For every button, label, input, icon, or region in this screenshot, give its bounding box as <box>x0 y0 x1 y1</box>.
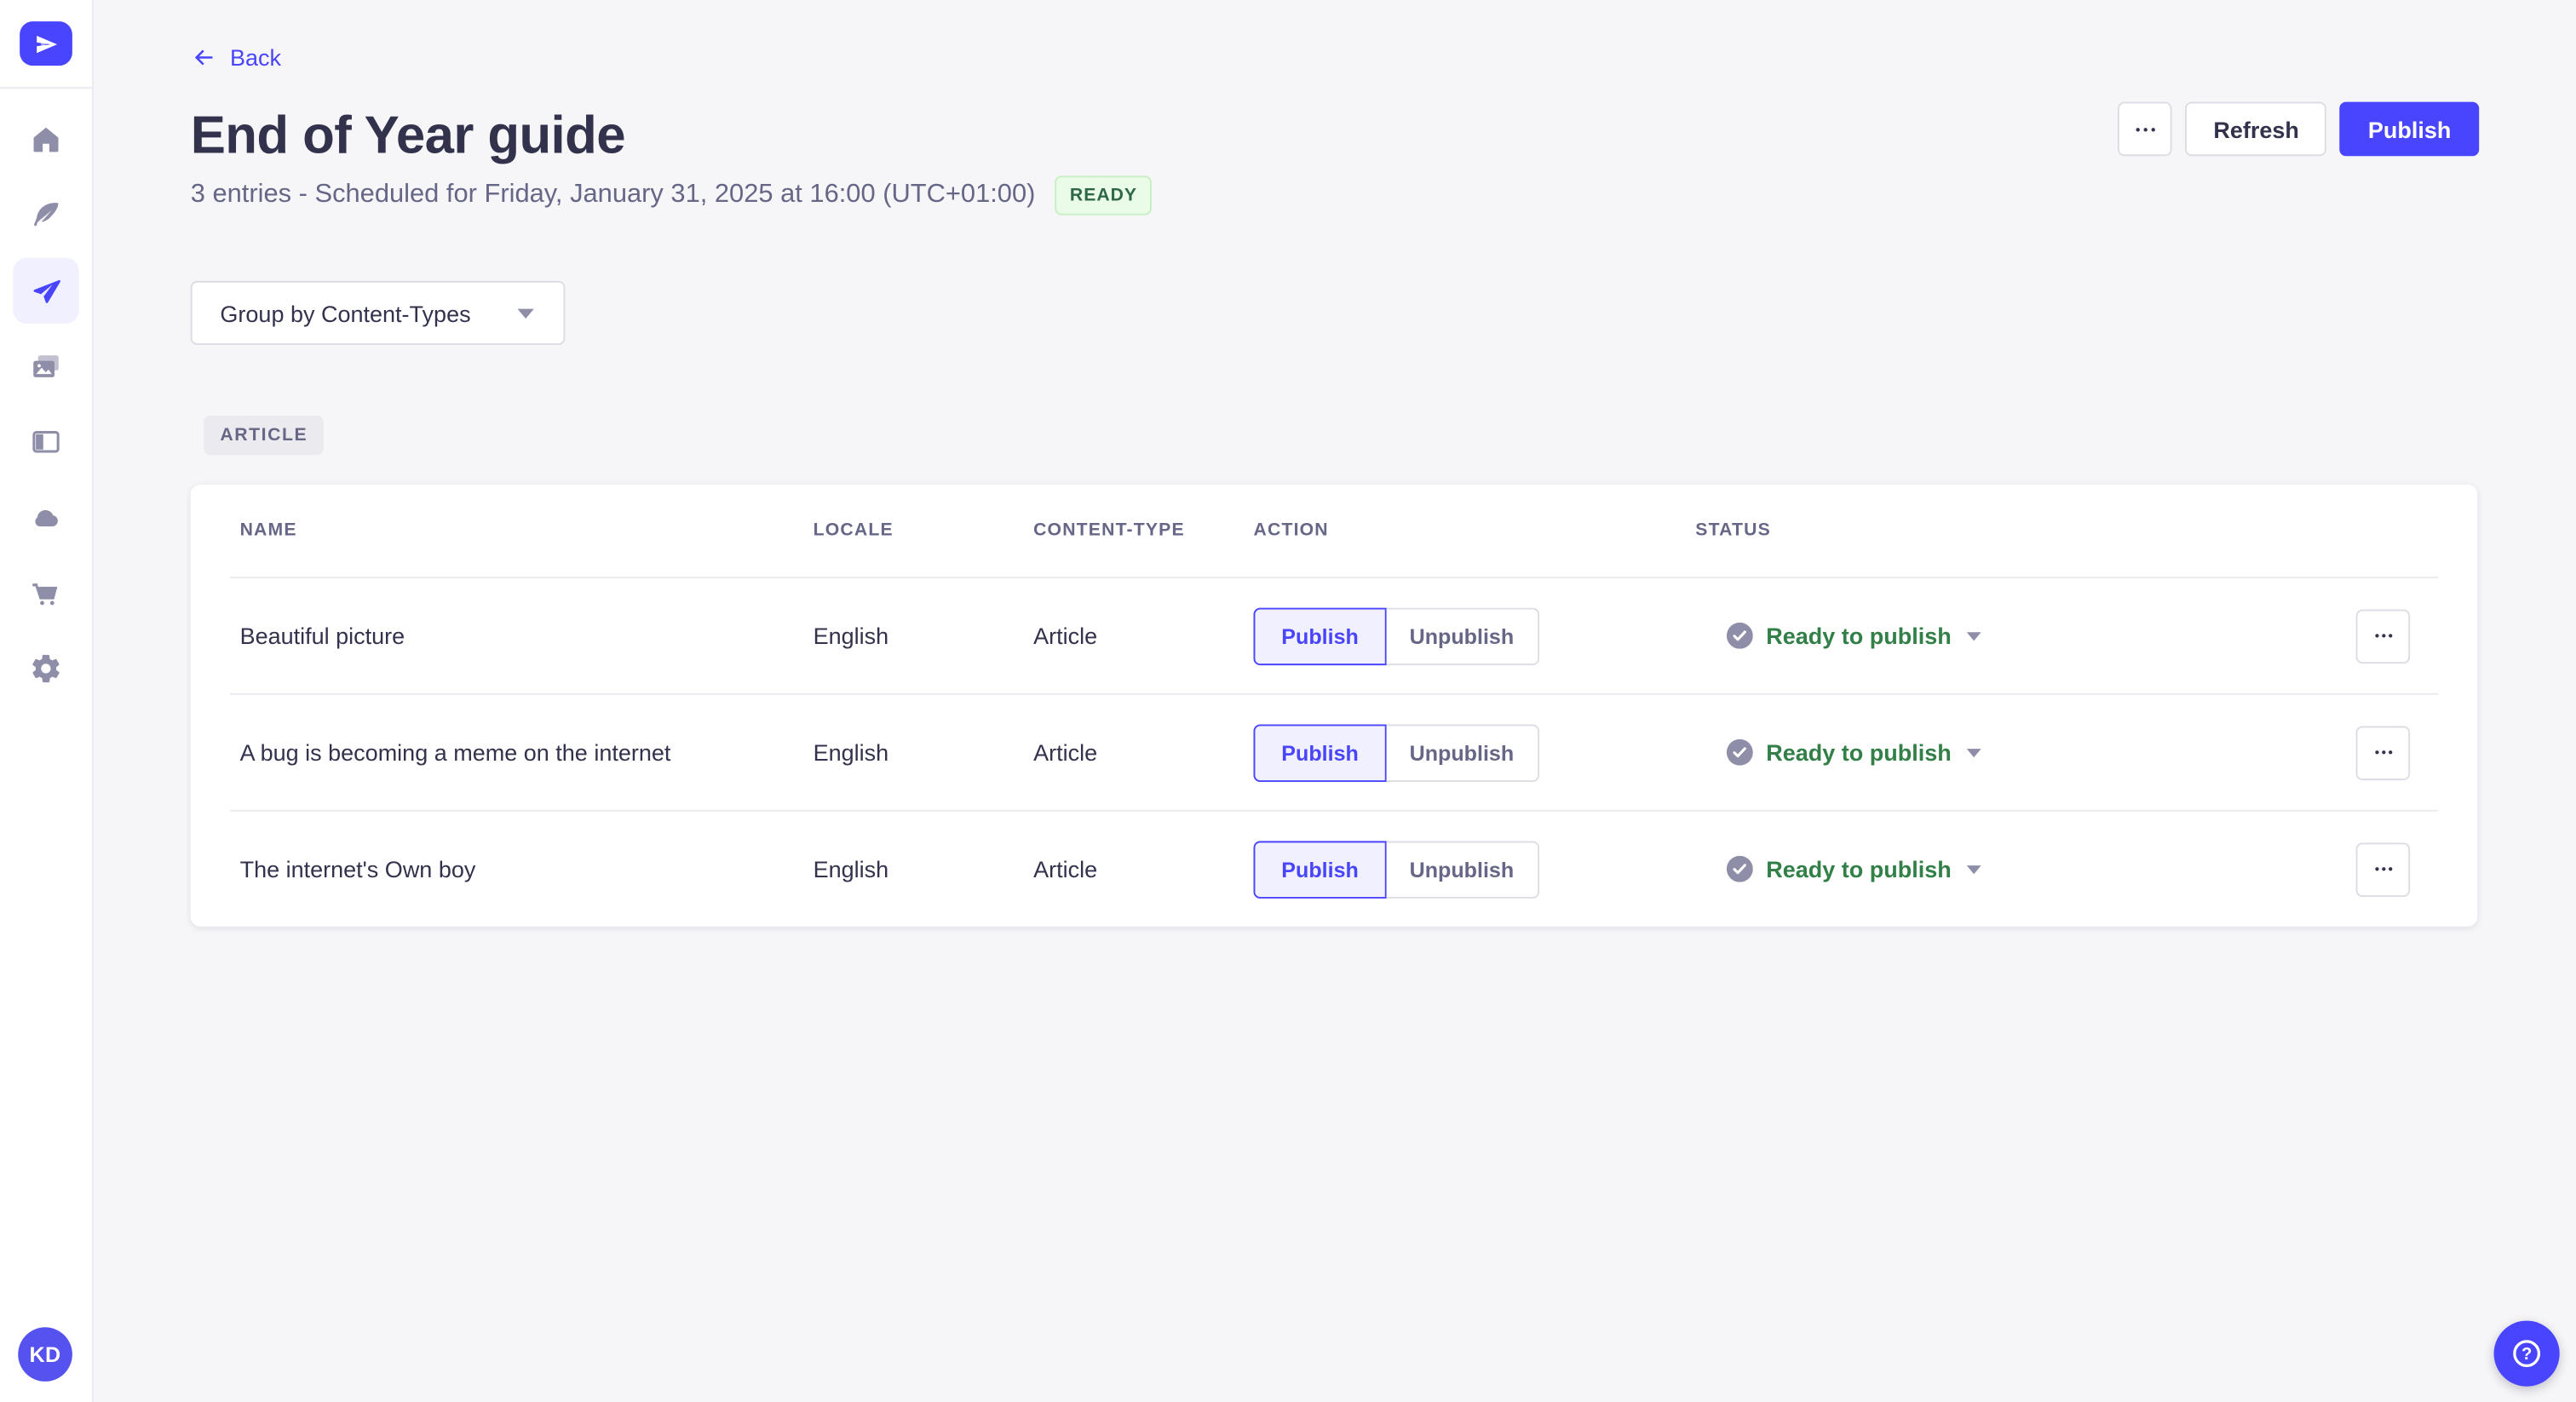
sidebar-item-marketplace[interactable] <box>13 560 78 626</box>
entry-content-type: Article <box>1033 622 1098 649</box>
entry-name: The internet's Own boy <box>239 855 476 882</box>
entry-content-type: Article <box>1033 738 1098 766</box>
unpublish-toggle-button[interactable]: Unpublish <box>1386 840 1539 898</box>
ellipsis-icon <box>2374 867 2392 871</box>
caret-down-icon <box>1966 748 1981 757</box>
unpublish-toggle-button[interactable]: Unpublish <box>1386 723 1539 782</box>
check-circle-icon <box>1726 855 1753 882</box>
header-left: End of Year guide 3 entries - Scheduled … <box>191 102 1153 215</box>
check-circle-icon <box>1726 738 1753 766</box>
row-menu-button[interactable] <box>2355 608 2411 664</box>
page-title: End of Year guide <box>190 105 626 164</box>
refresh-button[interactable]: Refresh <box>2185 101 2327 157</box>
entry-locale: English <box>813 855 889 882</box>
entry-status-dropdown[interactable]: Ready to publish <box>1726 738 1982 766</box>
entries-table: NAME LOCALE CONTENT-TYPE ACTION STATUS B… <box>190 484 2478 927</box>
question-circle-icon: ? <box>2513 1340 2541 1368</box>
back-link[interactable]: Back <box>191 44 281 71</box>
sidebar-item-media[interactable] <box>13 333 78 399</box>
feather-icon <box>33 203 59 227</box>
publish-release-button[interactable]: Publish <box>2340 101 2480 157</box>
column-header-action: ACTION <box>1253 520 1329 541</box>
entry-status-dropdown[interactable]: Ready to publish <box>1726 622 1982 649</box>
publish-toggle-button[interactable]: Publish <box>1253 723 1387 782</box>
main-content: Back End of Year guide 3 entries - Sched… <box>94 0 2576 1402</box>
header-actions: Refresh Publish <box>2118 101 2480 157</box>
entry-name: Beautiful picture <box>239 622 405 649</box>
sidebar-item-settings[interactable] <box>13 635 78 701</box>
help-button[interactable]: ? <box>2493 1320 2560 1387</box>
main-sidebar: KD <box>0 0 94 1402</box>
entry-status-dropdown[interactable]: Ready to publish <box>1726 855 1982 882</box>
table-row: A bug is becoming a meme on the internet… <box>191 695 2478 810</box>
strapi-logo-icon <box>37 34 58 53</box>
app-screen: KD Back End of Year guide 3 entries - Sc… <box>0 0 2576 1402</box>
sidebar-item-content[interactable] <box>13 182 78 248</box>
ellipsis-icon <box>2374 750 2392 755</box>
caret-down-icon <box>1966 631 1981 641</box>
ellipsis-icon <box>2374 634 2392 638</box>
unpublish-toggle-button[interactable]: Unpublish <box>1386 606 1539 665</box>
group-by-value: Group by Content-Types <box>220 299 471 326</box>
home-icon <box>33 127 59 152</box>
shopping-cart-icon <box>32 583 58 606</box>
sidebar-divider <box>0 87 93 89</box>
row-menu-button[interactable] <box>2355 842 2411 897</box>
strapi-logo[interactable] <box>20 21 72 66</box>
back-label: Back <box>229 44 282 71</box>
publish-toggle-button[interactable]: Publish <box>1253 606 1387 665</box>
cloud-icon <box>35 509 58 526</box>
table-row: The internet's Own boy English Article P… <box>191 812 2478 927</box>
sidebar-item-releases[interactable] <box>13 257 79 324</box>
sidebar-item-home[interactable] <box>13 106 78 172</box>
column-header-status: STATUS <box>1695 520 1771 541</box>
ellipsis-icon <box>2136 127 2155 131</box>
action-toggle: Publish Unpublish <box>1253 606 1539 665</box>
release-subtitle: 3 entries - Scheduled for Friday, Januar… <box>190 181 1036 209</box>
column-header-name: NAME <box>239 520 297 541</box>
entry-content-type: Article <box>1033 855 1098 882</box>
entry-status-label: Ready to publish <box>1766 855 1952 882</box>
entry-status-label: Ready to publish <box>1766 622 1952 649</box>
table-row: Beautiful picture English Article Publis… <box>191 578 2478 693</box>
caret-down-icon <box>1966 865 1981 874</box>
action-toggle: Publish Unpublish <box>1253 723 1539 782</box>
status-badge: READY <box>1055 175 1153 215</box>
publish-toggle-button[interactable]: Publish <box>1253 840 1387 898</box>
paper-plane-icon <box>33 279 60 303</box>
check-circle-icon <box>1726 622 1753 649</box>
layout-panel-icon <box>32 431 60 453</box>
media-library-icon <box>33 355 59 377</box>
user-avatar[interactable]: KD <box>18 1327 72 1382</box>
back-arrow-icon <box>194 49 213 66</box>
sidebar-item-cloud[interactable] <box>13 485 78 550</box>
help-question-mark: ? <box>2521 1345 2532 1364</box>
entry-name: A bug is becoming a meme on the internet <box>239 738 671 766</box>
entry-locale: English <box>813 622 889 649</box>
entry-locale: English <box>813 738 889 766</box>
table-header-row: NAME LOCALE CONTENT-TYPE ACTION STATUS <box>191 485 2478 577</box>
sidebar-item-builder[interactable] <box>13 409 78 474</box>
entry-status-label: Ready to publish <box>1766 738 1952 766</box>
column-header-content-type: CONTENT-TYPE <box>1033 520 1185 541</box>
row-menu-button[interactable] <box>2355 725 2411 780</box>
action-toggle: Publish Unpublish <box>1253 840 1539 898</box>
chevron-down-icon <box>517 307 534 319</box>
column-header-locale: LOCALE <box>813 520 894 541</box>
content-type-group-label: ARTICLE <box>204 415 325 456</box>
release-more-button[interactable] <box>2118 101 2173 157</box>
group-by-select[interactable]: Group by Content-Types <box>190 280 566 345</box>
gear-icon <box>32 654 60 683</box>
